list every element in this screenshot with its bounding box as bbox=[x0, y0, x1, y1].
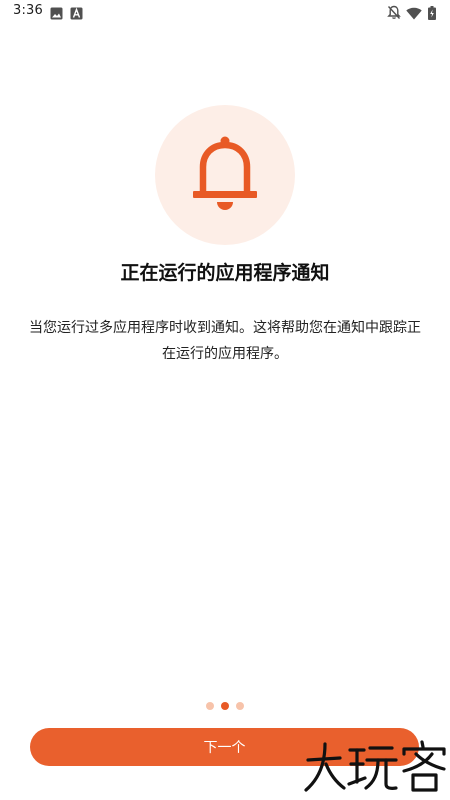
page-dot-1 bbox=[206, 702, 214, 710]
bell-icon bbox=[193, 136, 257, 210]
wifi-icon bbox=[406, 5, 422, 24]
status-time: 3:36 bbox=[13, 3, 43, 18]
onboarding-screen: 3:36 正在运行的应用程序通知 当您运行过多应用程序时收到通知。这将帮助您在通… bbox=[0, 0, 450, 800]
description: 当您运行过多应用程序时收到通知。这将帮助您在通知中跟踪正在运行的应用程序。 bbox=[29, 320, 421, 362]
watermark-logo bbox=[304, 740, 446, 792]
notifications-off-icon bbox=[387, 5, 401, 24]
page-dot-2-active bbox=[221, 702, 229, 710]
image-icon bbox=[50, 5, 63, 24]
page-title: 正在运行的应用程序通知 bbox=[120, 262, 330, 284]
page-indicator bbox=[0, 702, 450, 710]
battery-charging-icon bbox=[428, 5, 436, 24]
a-letter-icon bbox=[70, 5, 83, 24]
next-button-label: 下一个 bbox=[203, 740, 246, 756]
page-dot-3 bbox=[236, 702, 244, 710]
status-bar: 3:36 bbox=[0, 0, 450, 24]
illustration-circle bbox=[155, 105, 295, 245]
